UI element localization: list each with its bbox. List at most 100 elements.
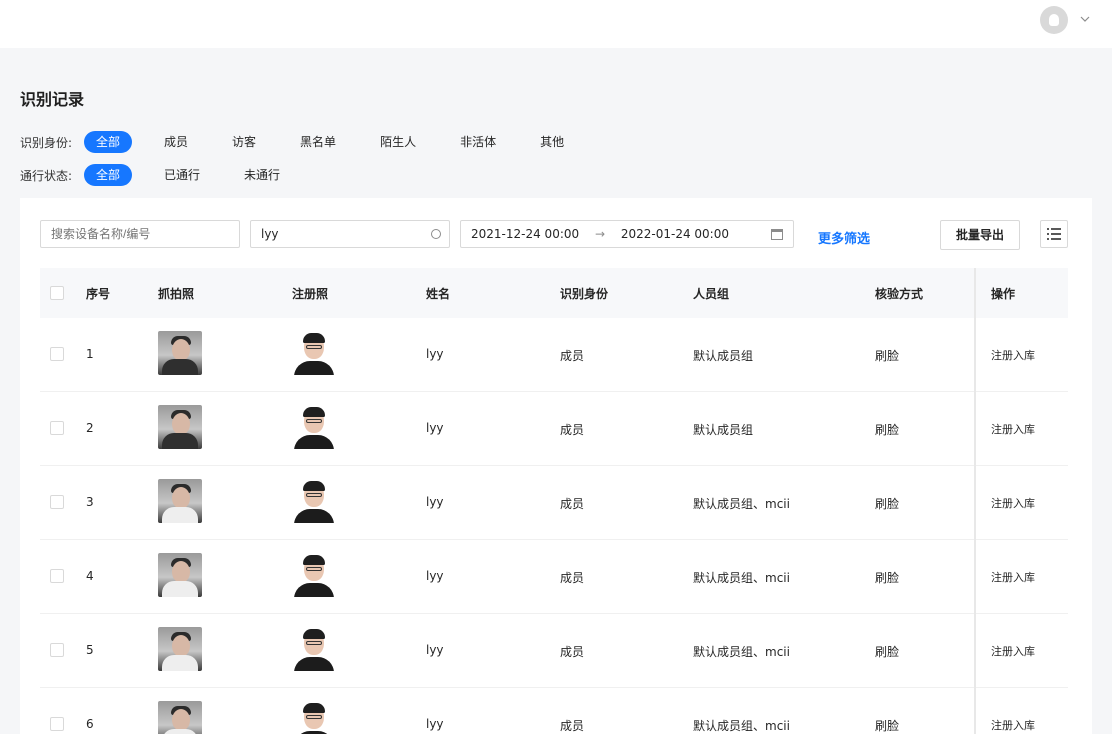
- records-panel: lyy 2021-12-24 00:00 → 2022-01-24 00:00 …: [20, 198, 1092, 734]
- register-hair: [303, 407, 325, 417]
- chevron-down-icon[interactable]: [1080, 14, 1090, 24]
- status-chip-not-passed[interactable]: 未通行: [232, 164, 292, 186]
- identity-chip-stranger[interactable]: 陌生人: [368, 131, 428, 153]
- register-glasses: [306, 419, 322, 423]
- register-photo[interactable]: [292, 627, 336, 671]
- row-identity: 成员: [560, 645, 585, 659]
- device-search-input[interactable]: [40, 220, 240, 248]
- register-photo[interactable]: [292, 553, 336, 597]
- register-link[interactable]: 注册入库: [991, 643, 1035, 659]
- row-index: 5: [86, 643, 94, 657]
- register-glasses: [306, 567, 322, 571]
- name-filter-input[interactable]: lyy: [250, 220, 450, 248]
- capture-face: [172, 413, 190, 435]
- name-filter-value: lyy: [261, 227, 279, 241]
- register-link[interactable]: 注册入库: [991, 421, 1035, 437]
- list-settings-icon[interactable]: [1040, 220, 1068, 248]
- identity-chip-member[interactable]: 成员: [152, 131, 200, 153]
- row-checkbox[interactable]: [50, 569, 64, 583]
- row-name: lyy: [426, 347, 444, 361]
- row-group: 默认成员组、mcii: [693, 645, 790, 659]
- register-link[interactable]: 注册入库: [991, 495, 1035, 511]
- capture-face: [172, 709, 190, 731]
- table-row: 4 lyy 成员 默认成员组、mcii 刷脸 注册入库: [40, 540, 1068, 614]
- page-title: 识别记录: [20, 90, 85, 109]
- table-row: 3 lyy 成员 默认成员组、mcii 刷脸 注册入库: [40, 466, 1068, 540]
- register-hair: [303, 629, 325, 639]
- calendar-icon[interactable]: [771, 229, 783, 240]
- row-index: 6: [86, 717, 94, 731]
- capture-face: [172, 339, 190, 361]
- identity-chip-visitor[interactable]: 访客: [220, 131, 268, 153]
- register-body: [294, 583, 334, 597]
- identity-filter-row: 识别身份: 全部 成员 访客 黑名单 陌生人 非活体 其他: [20, 131, 596, 153]
- register-body: [294, 657, 334, 671]
- register-photo[interactable]: [292, 405, 336, 449]
- register-body: [294, 509, 334, 523]
- register-link[interactable]: 注册入库: [991, 717, 1035, 733]
- capture-photo[interactable]: [158, 553, 202, 597]
- status-chip-passed[interactable]: 已通行: [152, 164, 212, 186]
- date-arrow: →: [594, 227, 606, 241]
- row-checkbox[interactable]: [50, 643, 64, 657]
- row-verify-method: 刷脸: [875, 719, 900, 733]
- register-photo[interactable]: [292, 701, 336, 734]
- capture-body: [162, 729, 198, 734]
- row-verify-method: 刷脸: [875, 497, 900, 511]
- date-end: 2022-01-24 00:00: [620, 227, 729, 241]
- capture-photo[interactable]: [158, 701, 202, 734]
- row-checkbox[interactable]: [50, 717, 64, 731]
- row-name: lyy: [426, 495, 444, 509]
- table-header: 序号 抓拍照 注册照 姓名 识别身份 人员组 核验方式 操作: [40, 268, 1068, 318]
- register-link[interactable]: 注册入库: [991, 569, 1035, 585]
- capture-photo[interactable]: [158, 331, 202, 375]
- row-index: 1: [86, 347, 94, 361]
- identity-chip-other[interactable]: 其他: [528, 131, 576, 153]
- row-verify-method: 刷脸: [875, 645, 900, 659]
- col-index: 序号: [86, 287, 111, 301]
- date-range-picker[interactable]: 2021-12-24 00:00 → 2022-01-24 00:00: [460, 220, 794, 248]
- row-checkbox[interactable]: [50, 495, 64, 509]
- list-icon: [1047, 228, 1061, 240]
- row-identity: 成员: [560, 719, 585, 733]
- fixed-column-divider: [974, 268, 976, 734]
- row-identity: 成员: [560, 423, 585, 437]
- row-checkbox[interactable]: [50, 347, 64, 361]
- row-name: lyy: [426, 717, 444, 731]
- register-glasses: [306, 345, 322, 349]
- col-action: 操作: [991, 287, 1016, 301]
- batch-export-button[interactable]: 批量导出: [940, 220, 1020, 250]
- col-verify-method: 核验方式: [875, 287, 924, 301]
- row-verify-method: 刷脸: [875, 349, 900, 363]
- capture-body: [162, 655, 198, 671]
- col-register-photo: 注册照: [292, 287, 329, 301]
- register-photo[interactable]: [292, 331, 336, 375]
- identity-chip-nonliving[interactable]: 非活体: [448, 131, 508, 153]
- row-name: lyy: [426, 421, 444, 435]
- row-index: 4: [86, 569, 94, 583]
- identity-chip-all[interactable]: 全部: [84, 131, 133, 153]
- capture-face: [172, 487, 190, 509]
- register-hair: [303, 703, 325, 713]
- row-checkbox[interactable]: [50, 421, 64, 435]
- capture-photo[interactable]: [158, 627, 202, 671]
- col-capture-photo: 抓拍照: [158, 287, 195, 301]
- capture-photo[interactable]: [158, 405, 202, 449]
- register-glasses: [306, 641, 322, 645]
- identity-chip-blacklist[interactable]: 黑名单: [288, 131, 348, 153]
- more-filter-link[interactable]: 更多筛选: [818, 228, 870, 247]
- clear-icon[interactable]: [431, 229, 441, 239]
- row-name: lyy: [426, 643, 444, 657]
- row-group: 默认成员组、mcii: [693, 571, 790, 585]
- user-avatar-icon[interactable]: [1040, 6, 1068, 34]
- row-verify-method: 刷脸: [875, 571, 900, 585]
- register-link[interactable]: 注册入库: [991, 347, 1035, 363]
- register-glasses: [306, 715, 322, 719]
- capture-photo[interactable]: [158, 479, 202, 523]
- table-row: 5 lyy 成员 默认成员组、mcii 刷脸 注册入库: [40, 614, 1068, 688]
- register-photo[interactable]: [292, 479, 336, 523]
- capture-face: [172, 561, 190, 583]
- row-name: lyy: [426, 569, 444, 583]
- select-all-checkbox[interactable]: [50, 286, 64, 300]
- status-chip-all[interactable]: 全部: [84, 164, 133, 186]
